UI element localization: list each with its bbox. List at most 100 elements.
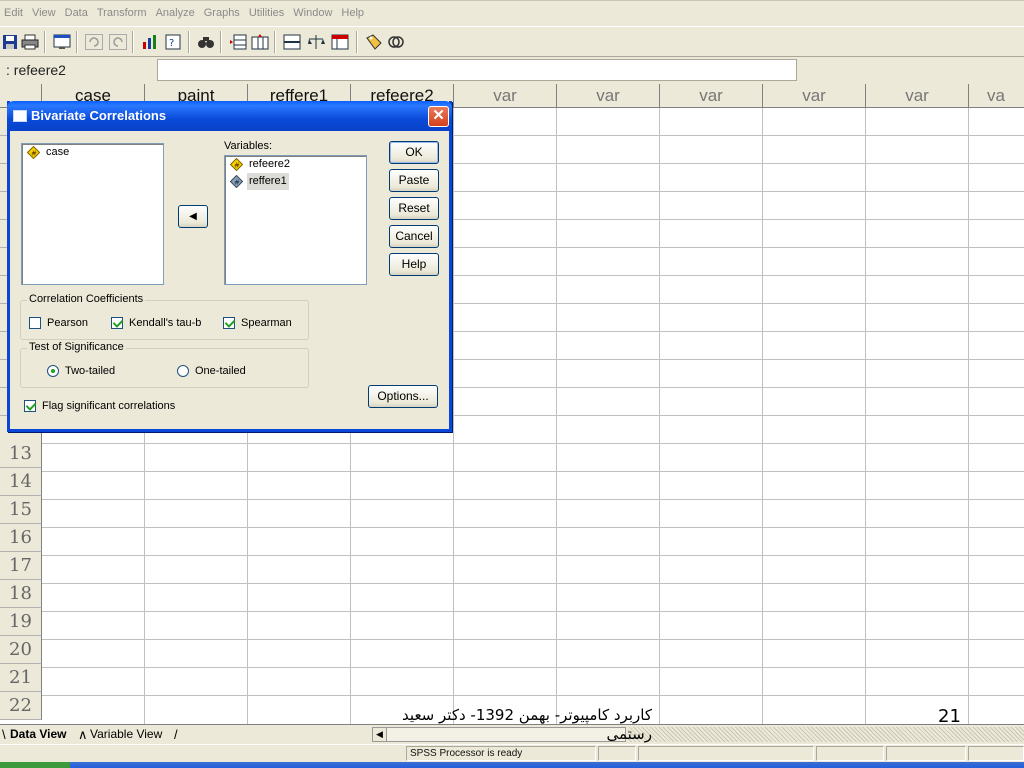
- group-legend: Test of Significance: [27, 341, 126, 353]
- tab-variable-view[interactable]: Variable View: [86, 726, 162, 743]
- kendall-checkbox[interactable]: Kendall's tau-b: [111, 317, 201, 329]
- redo-icon[interactable]: [108, 32, 128, 52]
- toolbar-separator: [44, 31, 46, 53]
- split-file-icon[interactable]: [282, 32, 302, 52]
- slide-footer-text: کاربرد کامپیوتر- بهمن 1392- دکتر سعید رس…: [402, 706, 652, 743]
- grid-line: [762, 108, 763, 724]
- row-header-17[interactable]: 17: [0, 552, 42, 580]
- variable-label: refeere2: [249, 158, 290, 170]
- scale-variable-icon: #: [230, 158, 243, 171]
- menu-bar: Edit View Data Transform Analyze Graphs …: [0, 0, 1024, 24]
- source-variable-list[interactable]: # case: [21, 143, 164, 285]
- print-icon[interactable]: [20, 32, 40, 52]
- radio-label: One-tailed: [195, 365, 246, 377]
- cancel-button[interactable]: Cancel: [389, 225, 439, 248]
- save-icon[interactable]: [0, 32, 20, 52]
- select-cases-icon[interactable]: [330, 32, 350, 52]
- row-header-16[interactable]: 16: [0, 524, 42, 552]
- ok-button[interactable]: OK: [389, 141, 439, 164]
- grid-line: [556, 108, 557, 724]
- radio-dot: [177, 365, 189, 377]
- column-header-var[interactable]: var: [763, 84, 866, 108]
- menu-edit[interactable]: Edit: [2, 7, 25, 19]
- spearman-checkbox[interactable]: Spearman: [223, 317, 292, 329]
- row-header-21[interactable]: 21: [0, 664, 42, 692]
- toolbar-separator: [76, 31, 78, 53]
- start-button[interactable]: [0, 762, 70, 768]
- grid-line: [42, 583, 1024, 584]
- variable-item-reffere1[interactable]: # reffere1: [225, 173, 366, 190]
- toolbar-separator: [220, 31, 222, 53]
- menu-window[interactable]: Window: [291, 7, 334, 19]
- pearson-checkbox[interactable]: Pearson: [29, 317, 88, 329]
- variables-icon[interactable]: ?: [164, 32, 184, 52]
- processor-status: SPSS Processor is ready: [406, 746, 596, 761]
- help-button[interactable]: Help: [389, 253, 439, 276]
- grid-line: [968, 108, 969, 724]
- row-header-19[interactable]: 19: [0, 608, 42, 636]
- row-header-20[interactable]: 20: [0, 636, 42, 664]
- cell-editor-bar: : refeere2: [0, 58, 1024, 84]
- tab-divider: /: [174, 727, 178, 742]
- weight-cases-icon[interactable]: [306, 32, 326, 52]
- options-button[interactable]: Options...: [368, 385, 438, 408]
- flag-significant-checkbox[interactable]: Flag significant correlations: [24, 400, 175, 412]
- value-labels-icon[interactable]: [364, 32, 384, 52]
- checkbox-box: [111, 317, 123, 329]
- dialog-title-bar[interactable]: Bivariate Correlations ✕: [7, 101, 452, 131]
- column-header-var[interactable]: va: [969, 84, 1024, 108]
- column-header-var[interactable]: var: [866, 84, 969, 108]
- variable-item-case[interactable]: # case: [22, 144, 163, 161]
- menu-utilities[interactable]: Utilities: [247, 7, 286, 19]
- goto-chart-icon[interactable]: [140, 32, 160, 52]
- undo-icon[interactable]: [84, 32, 104, 52]
- close-button[interactable]: ✕: [428, 106, 449, 127]
- toolbar: ?: [0, 26, 1024, 57]
- menu-analyze[interactable]: Analyze: [154, 7, 197, 19]
- variable-item-refeere2[interactable]: # refeere2: [225, 156, 366, 173]
- status-cell: [816, 746, 884, 761]
- menu-data[interactable]: Data: [63, 7, 90, 19]
- grid-line: [42, 471, 1024, 472]
- menu-graphs[interactable]: Graphs: [202, 7, 242, 19]
- cell-value-input[interactable]: [157, 59, 797, 81]
- paste-button[interactable]: Paste: [389, 169, 439, 192]
- insert-variable-icon[interactable]: [250, 32, 270, 52]
- menu-transform[interactable]: Transform: [95, 7, 149, 19]
- row-header-14[interactable]: 14: [0, 468, 42, 496]
- row-header-18[interactable]: 18: [0, 580, 42, 608]
- svg-text:#: #: [234, 162, 240, 170]
- variables-target-list[interactable]: # refeere2 # reffere1: [224, 155, 367, 285]
- checkbox-label: Flag significant correlations: [42, 400, 176, 412]
- reset-button[interactable]: Reset: [389, 197, 439, 220]
- toolbar-separator: [132, 31, 134, 53]
- grid-line: [42, 639, 1024, 640]
- move-variable-button[interactable]: ◀: [178, 205, 208, 228]
- dialog-recall-icon[interactable]: [52, 32, 72, 52]
- grid-line: [453, 108, 454, 724]
- toolbar-separator: [188, 31, 190, 53]
- row-header-15[interactable]: 15: [0, 496, 42, 524]
- grid-line: [42, 611, 1024, 612]
- slide-page-number: 21: [938, 706, 961, 727]
- row-header-13[interactable]: 13: [0, 440, 42, 468]
- grid-line: [42, 527, 1024, 528]
- column-header-var[interactable]: var: [660, 84, 763, 108]
- column-header-var[interactable]: var: [557, 84, 660, 108]
- status-cell: [968, 746, 1024, 761]
- use-sets-icon[interactable]: [386, 32, 406, 52]
- one-tailed-radio[interactable]: One-tailed: [177, 365, 246, 377]
- menu-help[interactable]: Help: [339, 7, 366, 19]
- find-icon[interactable]: [196, 32, 216, 52]
- tab-data-view[interactable]: Data View: [0, 726, 66, 743]
- checkbox-label: Pearson: [47, 317, 88, 329]
- status-cell: [886, 746, 966, 761]
- scale-variable-icon: #: [27, 146, 40, 159]
- menu-view[interactable]: View: [30, 7, 58, 19]
- svg-text:#: #: [31, 150, 37, 158]
- scroll-filler: [628, 727, 1024, 742]
- column-header-var[interactable]: var: [454, 84, 557, 108]
- two-tailed-radio[interactable]: Two-tailed: [47, 365, 115, 377]
- row-header-22[interactable]: 22: [0, 692, 42, 720]
- insert-cases-icon[interactable]: [228, 32, 248, 52]
